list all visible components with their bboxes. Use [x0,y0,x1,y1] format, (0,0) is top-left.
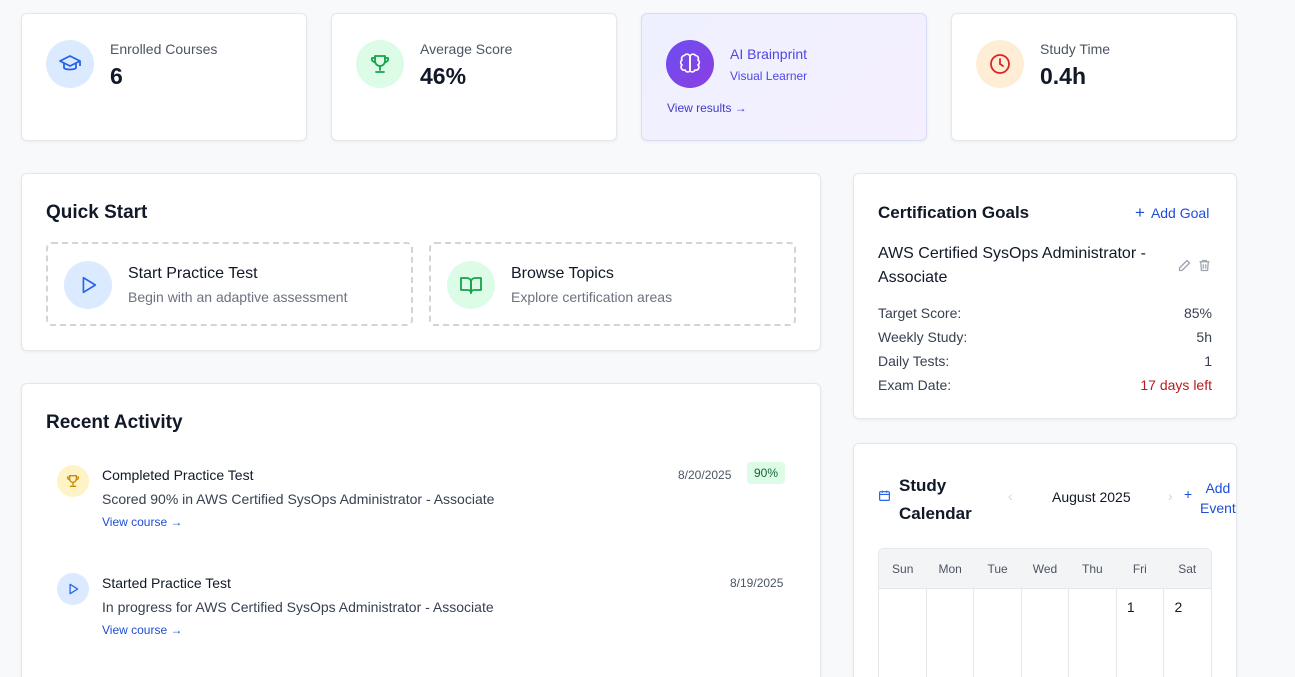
activity-date: 8/20/2025 [678,468,732,482]
trophy-icon [356,40,404,88]
stat-value: 46% [420,63,467,89]
calendar-grid: Sun Mon Tue Wed Thu Fri Sat 1 2 [878,548,1212,677]
recent-activity-title: Recent Activity [46,412,183,433]
exam-countdown: 17 days left [1140,377,1212,393]
weekday-label: Fri [1132,562,1147,576]
tile-subtitle: Explore certification areas [511,289,673,305]
tile-title: Start Practice Test [128,265,258,282]
calendar-day[interactable] [974,589,1022,677]
stat-card-average-score: Average Score 46% [331,13,617,141]
add-goal-button[interactable]: + Add Goal [1135,203,1210,222]
goal-daily-tests: Daily Tests: 1 [878,353,1212,369]
next-month-button[interactable]: › [1168,488,1173,504]
quick-start-card: Quick Start Start Practice Test Begin wi… [21,173,821,351]
weekday-label: Wed [1032,562,1058,576]
recent-activity-card: Recent Activity Completed Practice Test … [21,383,821,677]
current-month: August 2025 [1052,489,1131,505]
plus-icon: + [1135,203,1145,222]
play-icon [57,573,89,605]
chevron-left-icon: ‹ [1008,488,1013,504]
browse-topics-button[interactable]: Browse Topics Explore certification area… [429,242,796,326]
view-course-link[interactable]: View course → [102,623,182,637]
book-open-icon [447,261,495,309]
calendar-day[interactable]: 1 [1117,589,1165,677]
tile-subtitle: Begin with an adaptive assessment [128,289,348,305]
clock-icon [976,40,1024,88]
goal-row-label: Target Score: [878,305,962,321]
previous-month-button[interactable]: ‹ [1008,488,1013,504]
goal-row-label: Weekly Study: [878,329,968,345]
study-calendar-title: Study Calendar [899,476,972,523]
goal-name: AWS Certified SysOps Administrator - Ass… [878,245,1146,286]
stat-label: Average Score [420,41,513,57]
stat-label: Enrolled Courses [110,41,218,57]
weekday-label: Tue [987,562,1008,576]
delete-goal-button[interactable] [1197,258,1212,278]
goal-row-label: Exam Date: [878,377,952,393]
goal-row-value: 5h [1196,329,1212,345]
goal-exam-date: Exam Date: 17 days left [878,377,1212,393]
add-goal-label: Add Goal [1150,205,1210,221]
brainprint-title: AI Brainprint [730,46,808,62]
brain-icon [666,40,714,88]
weekday-label: Sun [892,562,914,576]
stat-card-ai-brainprint[interactable]: AI Brainprint Visual Learner View result… [641,13,927,141]
activity-item: Started Practice Test In progress for AW… [57,573,785,653]
edit-goal-button[interactable] [1177,258,1192,278]
pencil-icon [1178,259,1191,272]
activity-description: In progress for AWS Certified SysOps Adm… [102,599,494,615]
play-icon [64,261,112,309]
stat-card-study-time: Study Time 0.4h [951,13,1237,141]
certification-goals-card: Certification Goals + Add Goal AWS Certi… [853,173,1237,419]
goal-row-value: 85% [1183,305,1212,321]
goal-row-label: Daily Tests: [878,353,950,369]
calendar-day[interactable] [1069,589,1117,677]
calendar-icon [879,490,890,501]
stat-label: Study Time [1040,41,1111,57]
stat-value: 0.4h [1040,63,1087,89]
activity-title: Completed Practice Test [102,467,254,483]
goal-weekly-study: Weekly Study: 5h [878,329,1212,345]
weekday-label: Sat [1178,562,1197,576]
activity-title: Started Practice Test [102,575,231,591]
score-badge: 90% [746,462,785,484]
certification-goals-title: Certification Goals [878,203,1030,222]
calendar-day[interactable]: 2 [1164,589,1211,677]
goal-target-score: Target Score: 85% [878,305,1212,321]
graduation-cap-icon [46,40,94,88]
activity-item: Completed Practice Test Scored 90% in AW… [57,462,785,545]
start-practice-test-button[interactable]: Start Practice Test Begin with an adapti… [46,242,413,326]
chevron-right-icon: › [1168,488,1173,504]
calendar-day[interactable] [927,589,975,677]
trash-icon [1199,259,1210,272]
weekday-header: Sun Mon Tue Wed Thu Fri Sat [879,549,1211,589]
trophy-icon [57,465,89,497]
add-event-button[interactable]: + Add Event [1184,478,1236,518]
weekday-label: Mon [938,562,962,576]
view-course-link[interactable]: View course → [102,515,182,529]
brainprint-subtitle: Visual Learner [730,69,808,83]
weekday-label: Thu [1082,562,1103,576]
quick-start-title: Quick Start [46,202,148,223]
calendar-day[interactable] [879,589,927,677]
stat-value: 6 [110,63,123,89]
plus-icon: + [1184,486,1193,502]
activity-date: 8/19/2025 [730,576,784,590]
stat-card-enrolled-courses: Enrolled Courses 6 [21,13,307,141]
study-calendar-card: Study Calendar ‹ August 2025 › + Add Eve… [853,443,1237,677]
goal-row-value: 1 [1204,353,1212,369]
tile-title: Browse Topics [511,265,614,282]
view-results-link[interactable]: View results → [667,101,747,115]
activity-description: Scored 90% in AWS Certified SysOps Admin… [102,491,495,507]
calendar-day[interactable] [1022,589,1070,677]
calendar-week: 1 2 [879,589,1211,677]
